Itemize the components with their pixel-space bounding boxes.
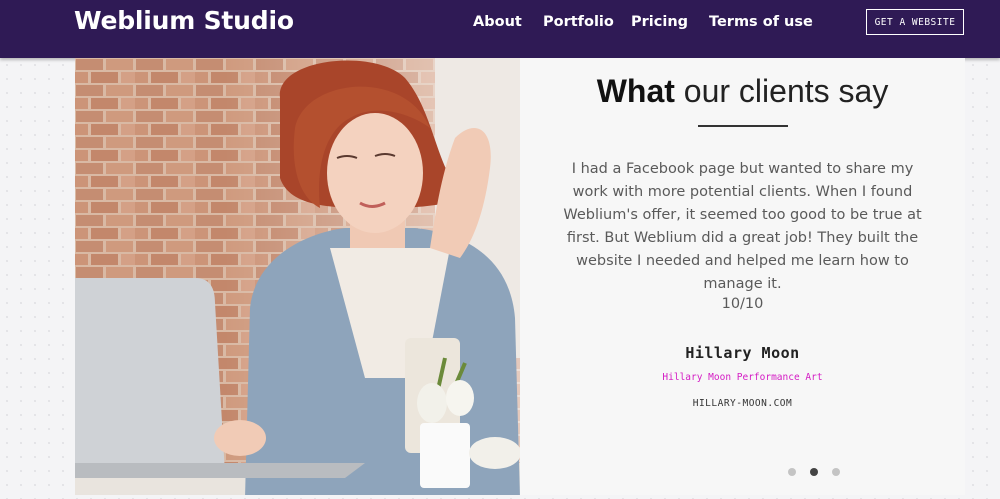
- carousel-pager: [788, 468, 848, 478]
- nav-link-about[interactable]: About: [473, 14, 522, 30]
- pager-dot-1[interactable]: [788, 468, 796, 476]
- testimonial-card: What our clients say I had a Facebook pa…: [75, 58, 965, 495]
- testimonial-panel: What our clients say I had a Facebook pa…: [520, 58, 965, 495]
- heading-divider: [698, 125, 788, 127]
- testimonial-quote: I had a Facebook page but wanted to shar…: [563, 161, 922, 292]
- pager-dot-3[interactable]: [832, 468, 840, 476]
- author-website[interactable]: HILLARY-MOON.COM: [520, 398, 965, 409]
- heading-rest: our clients say: [683, 73, 889, 109]
- heading-emphasis: What: [596, 73, 675, 109]
- brand-logo[interactable]: Weblium Studio: [74, 6, 294, 35]
- author-name: Hillary Moon: [685, 344, 800, 362]
- author-company: Hillary Moon Performance Art: [662, 372, 823, 383]
- section-heading: What our clients say: [520, 73, 965, 110]
- nav-link-pricing[interactable]: Pricing: [631, 14, 688, 30]
- nav-link-portfolio[interactable]: Portfolio: [543, 14, 614, 30]
- pager-dot-2[interactable]: [810, 468, 818, 476]
- testimonial-rating: 10/10: [721, 296, 764, 312]
- client-photo: [75, 58, 520, 495]
- client-photo-illustration: [75, 58, 520, 495]
- get-website-button[interactable]: GET A WEBSITE: [866, 9, 964, 35]
- top-navbar: Weblium Studio About Portfolio Pricing T…: [0, 0, 1000, 58]
- nav-link-terms[interactable]: Terms of use: [709, 14, 813, 30]
